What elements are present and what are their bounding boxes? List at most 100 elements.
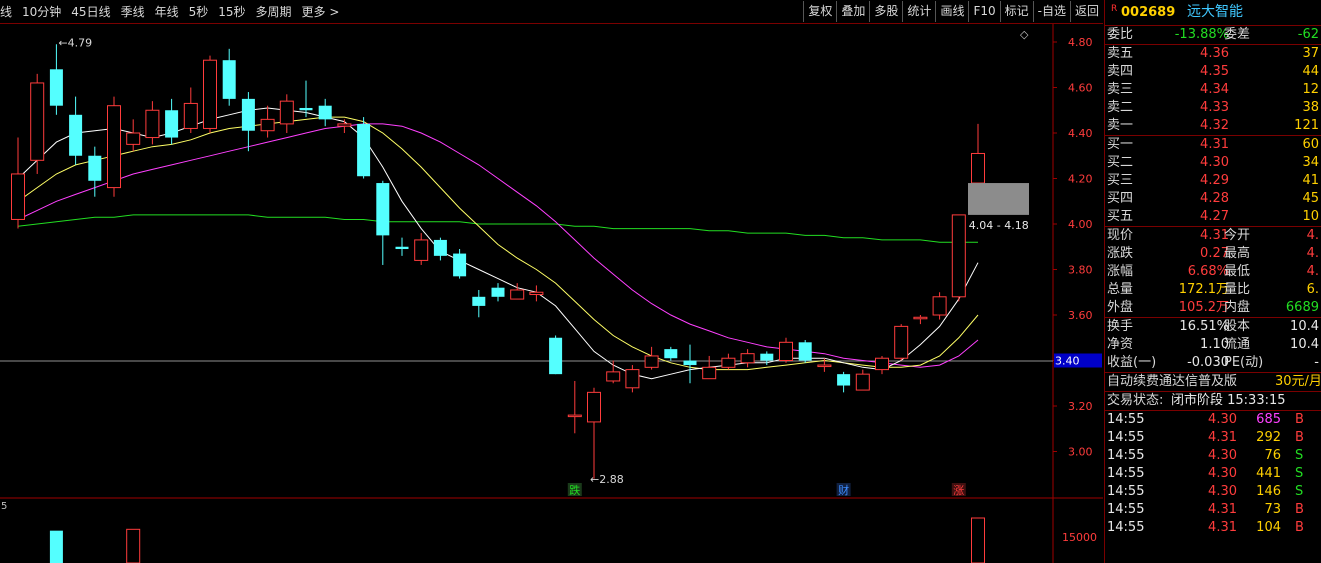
volume-bars	[49, 517, 985, 563]
candle	[376, 180, 390, 265]
promo-text[interactable]: 自动续费通达信普及版	[1107, 373, 1237, 391]
candle	[567, 380, 582, 434]
period-tab-45day[interactable]: 45日线	[71, 3, 110, 20]
ask-level-5[interactable]: 卖一 4.32 121	[1105, 117, 1321, 135]
more-periods-button[interactable]: 更多 >	[302, 3, 340, 20]
tick-side: B	[1295, 502, 1304, 517]
high-price-value: 4.79	[68, 36, 93, 49]
candle	[529, 285, 544, 302]
bid-level-label: 买三	[1107, 173, 1134, 188]
tick-list[interactable]: 14:55 4.30 685 B 14:55 4.31 292 B 14:55 4.30 76 S 14…	[1105, 411, 1321, 537]
low-arrow-icon: ←	[590, 473, 599, 486]
candle	[30, 73, 45, 174]
promo-banner[interactable]: 自动续费通达信普及版 30元/月	[1105, 373, 1321, 391]
fund-label-2: 股本	[1224, 319, 1251, 334]
overlay-button[interactable]: 叠加	[836, 1, 869, 22]
ask-level-label: 卖四	[1107, 64, 1134, 79]
ask-level-2[interactable]: 卖四 4.35 44	[1105, 63, 1321, 81]
quote-row: 现价 4.31 今开 4.	[1105, 227, 1321, 245]
candle	[183, 87, 198, 133]
price-tick-label: 4.40	[1068, 127, 1093, 140]
candle-body	[644, 355, 659, 368]
restore-rights-button[interactable]: 复权	[803, 1, 836, 22]
multi-stock-button[interactable]: 多股	[869, 1, 902, 22]
stock-name[interactable]: 远大智能	[1187, 0, 1243, 25]
period-tab-10min[interactable]: 10分钟	[22, 3, 61, 20]
ask-level-4[interactable]: 卖二 4.33 38	[1105, 99, 1321, 117]
period-tab-year[interactable]: 年线	[155, 3, 179, 20]
event-tag-rise[interactable]: 涨	[953, 484, 964, 497]
candle-body	[740, 353, 755, 364]
candle-body	[587, 391, 601, 423]
period-tab-line[interactable]: 线	[0, 3, 12, 20]
candle-body	[241, 98, 255, 131]
bid-level-label: 买二	[1107, 155, 1134, 170]
quote-label-2: 量比	[1224, 282, 1251, 297]
bid-level-3[interactable]: 买三 4.29 41	[1105, 172, 1321, 190]
ask-level-label: 卖五	[1107, 46, 1134, 61]
candle-body	[88, 155, 102, 181]
bid-level-2[interactable]: 买二 4.30 34	[1105, 154, 1321, 172]
ask-level-3[interactable]: 卖三 4.34 12	[1105, 81, 1321, 99]
ask-level-1[interactable]: 卖五 4.36 37	[1105, 45, 1321, 63]
trade-status-value: 闭市阶段 15:33:15	[1171, 393, 1286, 408]
candle-body	[549, 337, 563, 375]
remove-watchlist-button[interactable]: -自选	[1032, 1, 1070, 22]
kline-chart[interactable]: 4.80 4.60 4.40 4.20 4.00 3.80 3.60 3.40 3.20 3.00…	[0, 24, 1103, 563]
bid-level-5[interactable]: 买五 4.27 10	[1105, 208, 1321, 226]
period-tab-15sec[interactable]: 15秒	[218, 3, 245, 20]
commission-ratio-value: -13.88%	[1174, 27, 1229, 42]
tick-time: 14:55	[1107, 466, 1145, 481]
bid-level-1[interactable]: 买一 4.31 60	[1105, 136, 1321, 154]
price-tick-label: 4.60	[1068, 82, 1093, 95]
candle-body	[107, 105, 121, 189]
bid-level-4[interactable]: 买四 4.28 45	[1105, 190, 1321, 208]
candle	[894, 324, 909, 361]
ask-level-volume: 38	[1302, 100, 1319, 115]
bid-level-price: 4.29	[1200, 173, 1229, 188]
candle	[222, 48, 236, 106]
candle	[798, 340, 812, 363]
statistics-button[interactable]: 统计	[902, 1, 935, 22]
candle	[740, 349, 755, 368]
ask-level-volume: 44	[1302, 64, 1319, 79]
period-tab-quarter[interactable]: 季线	[121, 3, 145, 20]
period-tab-multi[interactable]: 多周期	[256, 3, 292, 20]
event-tag-finance[interactable]: 财	[838, 483, 849, 497]
tick-side: B	[1295, 412, 1304, 427]
quote-value-2: 4.	[1306, 246, 1319, 261]
mark-button[interactable]: 标记	[999, 1, 1033, 22]
bid-level-price: 4.28	[1200, 191, 1229, 206]
price-tick-label: 3.20	[1068, 400, 1093, 413]
fund-row: 收益(一) -0.030 PE(动) -	[1105, 354, 1321, 372]
f10-button[interactable]: F10	[968, 1, 999, 22]
candle-body	[913, 316, 928, 320]
candle	[951, 214, 966, 302]
quote-panel: R 002689 远大智能 委比 -13.88% 委差 -62 卖五 4.36 37…	[1104, 0, 1321, 563]
candle-body	[875, 357, 889, 371]
ma60-line	[17, 214, 978, 243]
tick-volume: 441	[1256, 466, 1281, 481]
draw-line-button[interactable]: 画线	[935, 1, 968, 22]
tick-price: 4.30	[1208, 412, 1237, 427]
stock-title: R 002689 远大智能	[1105, 0, 1321, 26]
event-tag-fall[interactable]: 跌	[569, 483, 580, 497]
back-button[interactable]: 返回	[1069, 1, 1103, 22]
candle	[165, 98, 179, 145]
bid-level-volume: 45	[1302, 191, 1319, 206]
candle-body	[567, 414, 582, 418]
volume-bar	[126, 528, 141, 563]
candle	[11, 137, 25, 229]
quote-value: 6.68%	[1187, 264, 1229, 279]
period-tab-5sec[interactable]: 5秒	[189, 3, 209, 20]
candle-body	[798, 342, 812, 361]
candle-body	[932, 296, 947, 316]
candle	[664, 346, 678, 361]
quote-label: 外盘	[1107, 300, 1134, 315]
bid-level-volume: 60	[1302, 137, 1319, 152]
candle-body	[625, 369, 640, 389]
diamond-icon[interactable]: ◇	[1020, 28, 1029, 41]
candle	[702, 355, 717, 380]
tick-row: 14:55 4.30 146 S	[1105, 483, 1321, 501]
candle	[337, 119, 352, 133]
